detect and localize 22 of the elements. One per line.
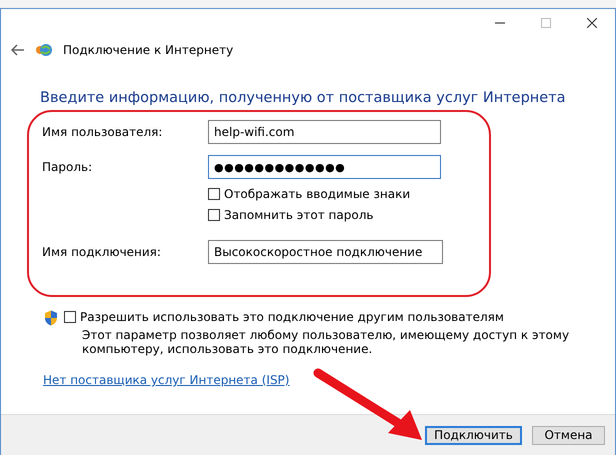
field-label: Имя пользователя: <box>42 125 164 139</box>
checkbox[interactable] <box>64 311 76 323</box>
instruction-heading: Введите информацию, полученную от поставщика услуг Интернета <box>40 90 567 106</box>
text-field[interactable]: Высокоскоростное подключение <box>208 240 443 264</box>
checkbox-label: Отображать вводимые знаки <box>224 187 410 201</box>
dialog-button[interactable]: Отмена <box>532 426 605 444</box>
checkbox[interactable] <box>208 188 220 200</box>
close-icon[interactable] <box>587 18 597 28</box>
back-arrow-icon[interactable] <box>11 44 25 56</box>
checkbox-label: Разрешить использовать это подключение другим пользователям <box>80 310 504 324</box>
text-field[interactable]: help-wifi.com <box>208 120 441 144</box>
password-field[interactable]: ●●●●●●●●●●●●● <box>208 155 441 179</box>
checkbox-label: Запомнить этот пароль <box>224 208 374 222</box>
isp-link[interactable]: Нет поставщика услуг Интернета (ISP) <box>43 373 290 387</box>
window-title: Подключение к Интернету <box>63 43 234 57</box>
checkbox[interactable] <box>208 209 220 221</box>
dialog-button[interactable]: Подключить <box>425 426 522 444</box>
globe-icon <box>35 43 53 57</box>
shield-icon <box>44 310 58 326</box>
field-label: Имя подключения: <box>42 245 162 259</box>
field-label: Пароль: <box>42 160 94 174</box>
description-text: Этот параметр позволяет любому пользователю, имеющему доступ к этому компьютеру, использовать это подключение. <box>82 328 570 356</box>
